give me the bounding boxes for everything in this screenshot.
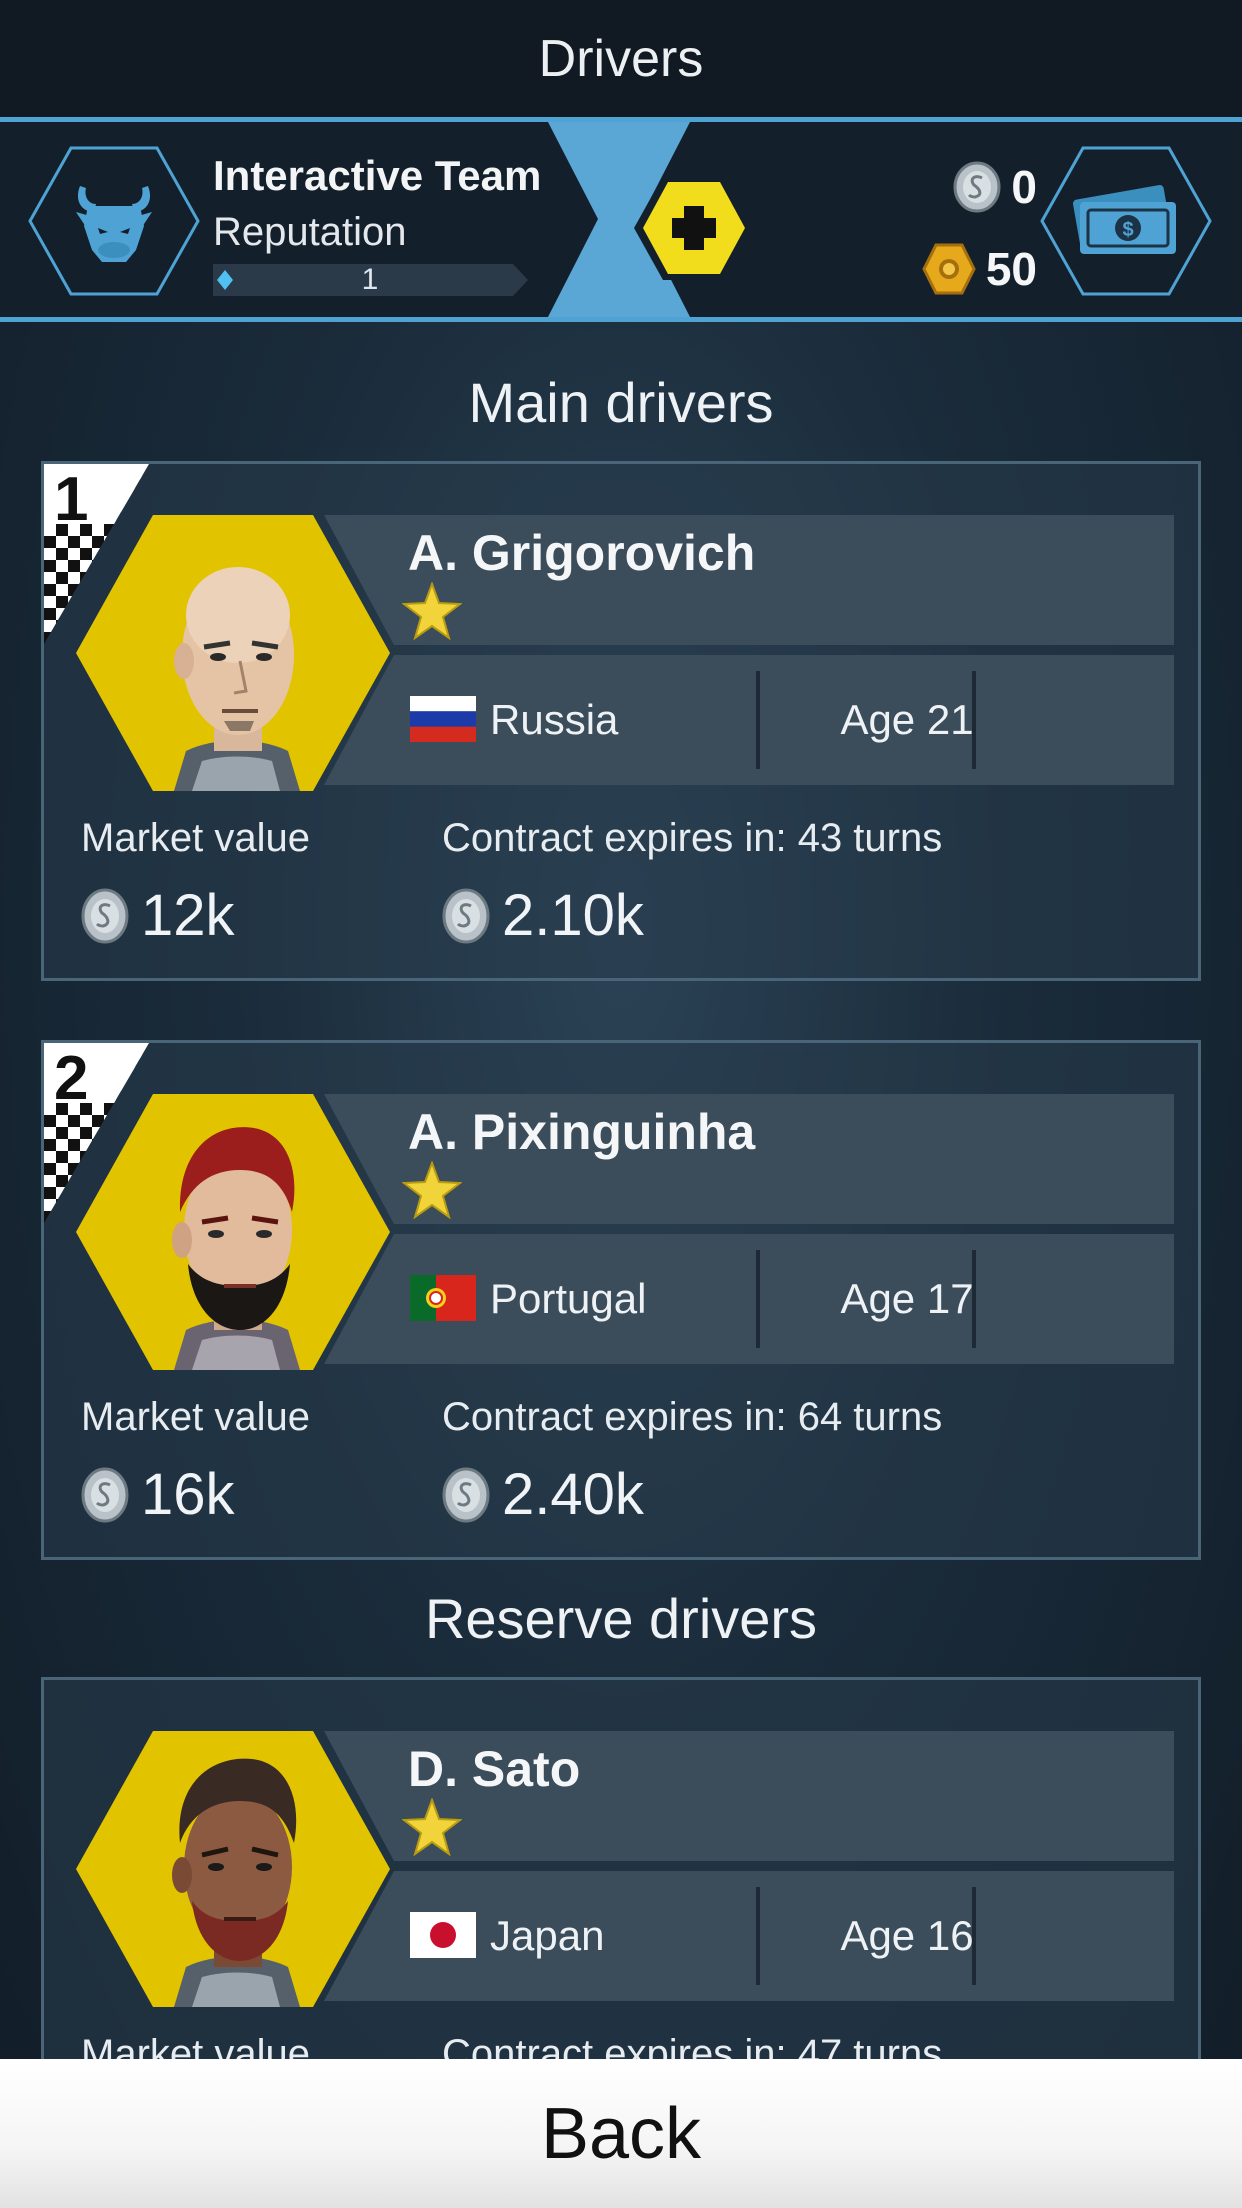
page-title: Drivers	[0, 0, 1242, 117]
driver-card[interactable]: 1 A. Grigorovich Russia Age 21 Market va…	[41, 461, 1201, 981]
gold-nut-balance: 50	[922, 242, 1037, 296]
driver-country: Russia	[490, 696, 619, 743]
main-drivers-heading: Main drivers	[468, 371, 774, 434]
divider	[756, 1250, 760, 1348]
silver-coin-icon	[442, 888, 490, 943]
driver-card[interactable]: 2 A. Pixinguinha Portugal Age 17 Market …	[41, 1040, 1201, 1560]
silver-coin-balance: 0	[953, 160, 1037, 214]
japan-flag-icon	[410, 1912, 476, 1958]
driver-age: Age 16	[840, 1912, 974, 1959]
reputation-level: 1	[361, 263, 379, 296]
silver-coin-count: 0	[1011, 161, 1037, 213]
market-value-amount: 12k	[141, 883, 235, 948]
contract-expiry-label: Contract expires in: 64 turns	[442, 1395, 943, 1439]
star-rating-icon	[402, 1161, 462, 1219]
market-value: 12k	[81, 882, 235, 949]
star-rating-icon	[402, 582, 462, 640]
portugal-flag-icon	[410, 1275, 476, 1321]
team-name: Interactive Team	[213, 152, 542, 199]
contract-salary: 2.10k	[442, 882, 644, 949]
silver-coin-icon	[442, 1467, 490, 1522]
market-value: 16k	[81, 1461, 235, 1528]
add-currency-button[interactable]	[632, 174, 756, 282]
contract-salary: 2.40k	[442, 1461, 644, 1528]
market-value-amount: 16k	[141, 1462, 235, 1527]
driver-age: Age 21	[840, 696, 974, 743]
divider	[972, 1887, 976, 1985]
driver-age: Age 17	[840, 1275, 974, 1322]
bull-head-icon[interactable]	[28, 146, 200, 296]
driver-country: Japan	[490, 1912, 605, 1959]
driver-portrait	[76, 1731, 390, 2007]
star-rating-icon	[402, 1798, 462, 1856]
reputation-label: Reputation	[213, 210, 407, 254]
gold-nut-count: 50	[985, 243, 1037, 295]
market-value-label: Market value	[81, 1395, 310, 1439]
contract-salary-amount: 2.40k	[502, 1462, 644, 1527]
russia-flag-icon	[410, 696, 476, 742]
driver-portrait	[76, 1094, 390, 1370]
team-bar: Interactive Team Reputation 1 0 50 $	[0, 117, 1242, 322]
market-value-label: Market value	[81, 816, 310, 860]
contract-salary-amount: 2.10k	[502, 883, 644, 948]
driver-name: A. Pixinguinha	[408, 1104, 756, 1160]
divider	[972, 671, 976, 769]
svg-text:$: $	[1122, 219, 1133, 241]
divider	[972, 1250, 976, 1348]
driver-name: D. Sato	[408, 1741, 581, 1797]
silver-coin-icon	[81, 888, 129, 943]
silver-coin-icon	[953, 161, 1001, 213]
divider	[756, 671, 760, 769]
driver-portrait	[76, 515, 390, 791]
driver-name: A. Grigorovich	[408, 525, 756, 581]
driver-country: Portugal	[490, 1275, 647, 1322]
reserve-drivers-heading: Reserve drivers	[424, 1587, 818, 1650]
silver-coin-icon	[81, 1467, 129, 1522]
back-button[interactable]: Back	[0, 2059, 1242, 2208]
gold-nut-icon	[922, 243, 976, 295]
contract-expiry-label: Contract expires in: 43 turns	[442, 816, 943, 860]
cash-icon[interactable]: $	[1040, 146, 1212, 296]
divider	[756, 1887, 760, 1985]
